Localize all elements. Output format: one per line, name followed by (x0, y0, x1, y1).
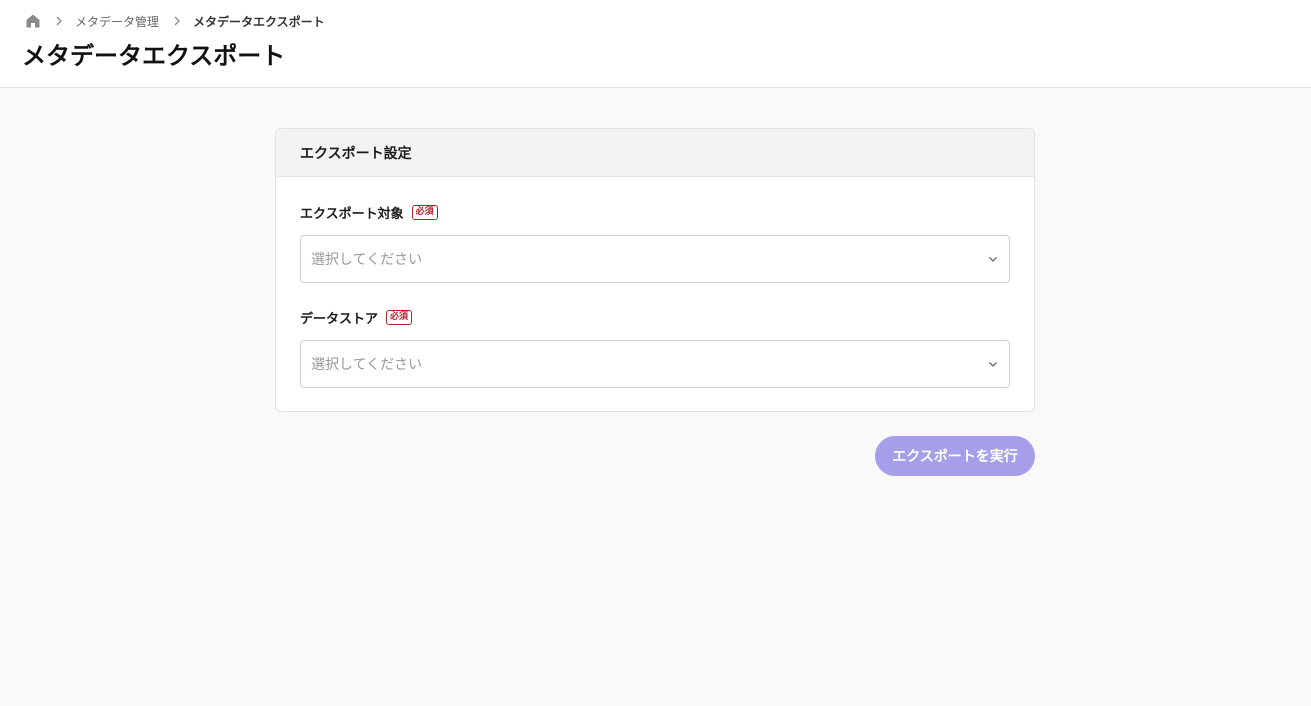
chevron-down-icon (987, 253, 999, 265)
breadcrumb: メタデータ管理 メタデータエクスポート (25, 11, 325, 31)
breadcrumb-item-current: メタデータエクスポート (193, 14, 325, 29)
page-title: メタデータエクスポート (22, 42, 286, 70)
chevron-right-icon (49, 13, 69, 29)
required-badge: 必須 (386, 309, 413, 325)
card-title: エクスポート設定 (276, 129, 1034, 177)
breadcrumb-item-metadata-management[interactable]: メタデータ管理 (75, 13, 159, 30)
page-header: メタデータ管理 メタデータエクスポート メタデータエクスポート (0, 0, 1311, 88)
export-settings-card: エクスポート設定 エクスポート対象 必須 選択してください データストア 必須 … (275, 128, 1035, 412)
select-placeholder: 選択してください (311, 357, 423, 373)
chevron-right-icon (167, 13, 187, 29)
export-target-field: エクスポート対象 必須 選択してください (300, 202, 1010, 283)
export-target-select[interactable]: 選択してください (300, 235, 1010, 283)
datastore-field: データストア 必須 選択してください (300, 307, 1010, 388)
datastore-label: データストア (300, 311, 379, 327)
home-icon[interactable] (25, 13, 41, 29)
datastore-select[interactable]: 選択してください (300, 340, 1010, 388)
select-placeholder: 選択してください (311, 252, 423, 268)
required-badge: 必須 (411, 204, 438, 220)
chevron-down-icon (987, 358, 999, 370)
export-target-label: エクスポート対象 (300, 206, 404, 222)
export-button[interactable]: エクスポートを実行 (875, 436, 1035, 476)
